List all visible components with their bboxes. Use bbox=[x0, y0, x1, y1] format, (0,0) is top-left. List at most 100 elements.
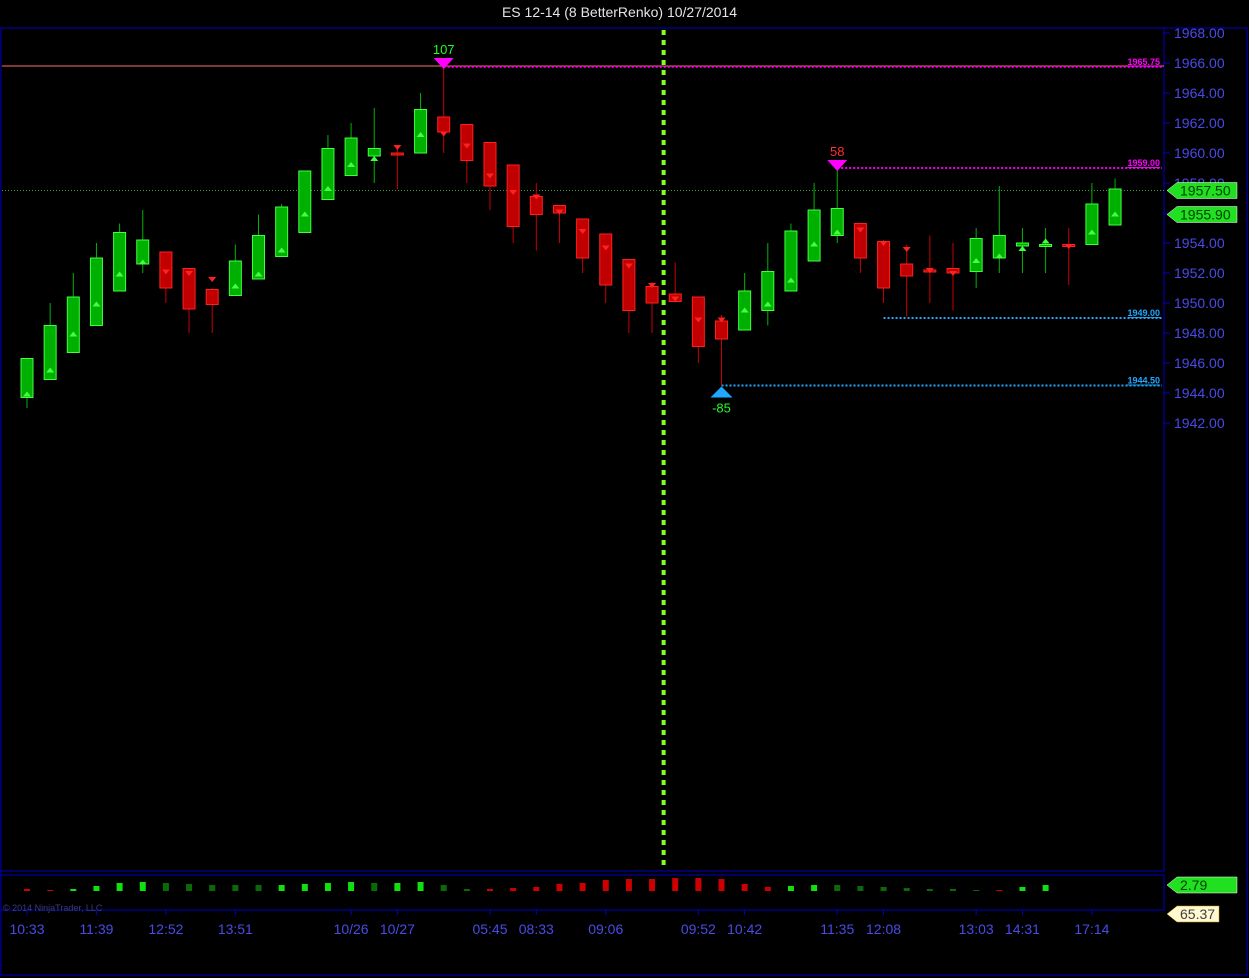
indicator-bar bbox=[973, 890, 980, 891]
price-flag: 1955.90 bbox=[1180, 207, 1231, 223]
indicator-bar bbox=[533, 887, 540, 891]
indicator-bar bbox=[625, 879, 632, 891]
candle-body bbox=[460, 124, 474, 161]
x-tick-label: 10:33 bbox=[9, 921, 44, 937]
indicator-bar bbox=[926, 889, 933, 891]
indicator-bar bbox=[602, 880, 609, 891]
swing-markers: 107 58 -85 bbox=[433, 42, 848, 416]
down-arrow-icon bbox=[439, 131, 448, 137]
candle-body bbox=[367, 148, 381, 157]
candle-body bbox=[900, 263, 914, 277]
indicator-bar bbox=[324, 883, 331, 891]
candle-body bbox=[576, 218, 590, 259]
indicator-bar bbox=[510, 888, 517, 891]
price-panel-frame bbox=[0, 27, 1165, 872]
x-tick-label: 13:03 bbox=[959, 921, 994, 937]
y-tick-label: 1946.00 bbox=[1174, 355, 1225, 371]
indicator-bar bbox=[278, 885, 285, 891]
y-tick-label: 1960.00 bbox=[1174, 145, 1225, 161]
y-tick-label: 1964.00 bbox=[1174, 85, 1225, 101]
y-tick-label: 1944.00 bbox=[1174, 385, 1225, 401]
indicator-bar bbox=[764, 887, 771, 891]
indicator-bar bbox=[787, 886, 794, 891]
price-lines: 1965.75 1959.00 1949.00 1944.50 bbox=[2, 30, 1164, 867]
swing-level-label: 1959.00 bbox=[1127, 158, 1160, 168]
indicator-bar bbox=[301, 884, 308, 891]
candle-body bbox=[228, 260, 242, 296]
indicator-bar bbox=[47, 890, 54, 891]
outer-frame bbox=[0, 27, 1248, 976]
indicator-bar bbox=[186, 884, 193, 891]
x-tick-label: 11:35 bbox=[820, 921, 854, 937]
y-axis: 1968.001966.001964.001962.001960.001958.… bbox=[1164, 25, 1225, 431]
chart-frame bbox=[0, 27, 1248, 976]
x-tick-label: 14:31 bbox=[1005, 921, 1040, 937]
candle-body bbox=[506, 164, 520, 227]
x-tick-label: 12:08 bbox=[866, 921, 901, 937]
indicator-bar bbox=[417, 882, 424, 891]
indicator-bar bbox=[440, 885, 447, 891]
indicator-bar bbox=[232, 885, 239, 891]
y-tick-label: 1952.00 bbox=[1174, 265, 1225, 281]
x-axis: 10:33 11:39 12:52 13:51 10/26 10/27 05:45 08:33… bbox=[9, 910, 1110, 937]
swing-low-triangle-icon bbox=[710, 386, 733, 398]
candle-body bbox=[715, 320, 728, 340]
swing-level-label: 1965.75 bbox=[1127, 57, 1160, 67]
up-arrow-icon bbox=[1041, 238, 1050, 244]
candle-body bbox=[344, 137, 358, 176]
candle-body bbox=[321, 148, 335, 200]
indicator-bar bbox=[880, 887, 887, 891]
indicator-bar bbox=[162, 883, 169, 891]
indicator-bar bbox=[463, 889, 470, 891]
price-flag: 1957.50 bbox=[1180, 183, 1231, 199]
indicator-panel-frame bbox=[0, 874, 1165, 911]
indicator-bar bbox=[255, 885, 262, 891]
y-tick-label: 1966.00 bbox=[1174, 55, 1225, 71]
y-tick-label: 1942.00 bbox=[1174, 415, 1225, 431]
down-arrow-icon bbox=[393, 145, 402, 150]
indicator-bar bbox=[741, 884, 748, 891]
price-flags: 1957.50 1955.90 bbox=[1166, 182, 1238, 223]
x-tick-label: 10:42 bbox=[727, 921, 762, 937]
swing-level-label: 1944.50 bbox=[1127, 376, 1160, 386]
up-arrow-icon bbox=[370, 156, 379, 161]
swing-high-label: 58 bbox=[830, 144, 844, 159]
up-arrow-icon bbox=[1018, 246, 1027, 251]
candle-body bbox=[205, 289, 219, 305]
candlestick-chart[interactable]: 1968.001966.001964.001962.001960.001958.… bbox=[0, 0, 1249, 978]
x-tick-label: 10/27 bbox=[380, 921, 415, 937]
candle-body bbox=[437, 116, 451, 133]
x-tick-label: 10/26 bbox=[334, 921, 369, 937]
candle-body bbox=[969, 238, 983, 272]
indicator-bar bbox=[950, 889, 956, 891]
indicator-bar bbox=[209, 885, 216, 891]
y-tick-label: 1950.00 bbox=[1174, 295, 1225, 311]
down-arrow-icon bbox=[902, 247, 911, 252]
candle-body bbox=[414, 109, 428, 154]
indicator-bar bbox=[556, 884, 563, 891]
indicator-panel: 2.79 65.37 bbox=[24, 876, 1238, 923]
candle-body bbox=[1039, 244, 1053, 247]
indicator-bar bbox=[24, 889, 30, 891]
x-tick-label: 11:39 bbox=[79, 921, 113, 937]
indicator-bar bbox=[348, 882, 355, 891]
x-tick-label: 09:52 bbox=[681, 921, 716, 937]
swing-level-label: 1949.00 bbox=[1127, 308, 1160, 318]
y-tick-label: 1948.00 bbox=[1174, 325, 1225, 341]
indicator-bar bbox=[70, 889, 77, 891]
swing-high-triangle-icon bbox=[827, 160, 848, 171]
indicator-bar bbox=[996, 890, 1003, 891]
swing-high-triangle-icon bbox=[433, 58, 454, 69]
candle-body bbox=[483, 142, 497, 187]
candle-body bbox=[877, 241, 891, 289]
indicator-value-flag: 2.79 bbox=[1180, 877, 1207, 893]
indicator-bar bbox=[1042, 885, 1049, 891]
down-arrow-icon bbox=[208, 277, 217, 282]
x-tick-label: 05:45 bbox=[472, 921, 507, 937]
indicator-bar bbox=[811, 885, 818, 891]
candle-body bbox=[298, 170, 312, 233]
indicator-bar bbox=[695, 878, 702, 891]
indicator-bar bbox=[718, 879, 725, 891]
indicator-bar bbox=[857, 886, 864, 891]
candle-body bbox=[807, 209, 821, 262]
